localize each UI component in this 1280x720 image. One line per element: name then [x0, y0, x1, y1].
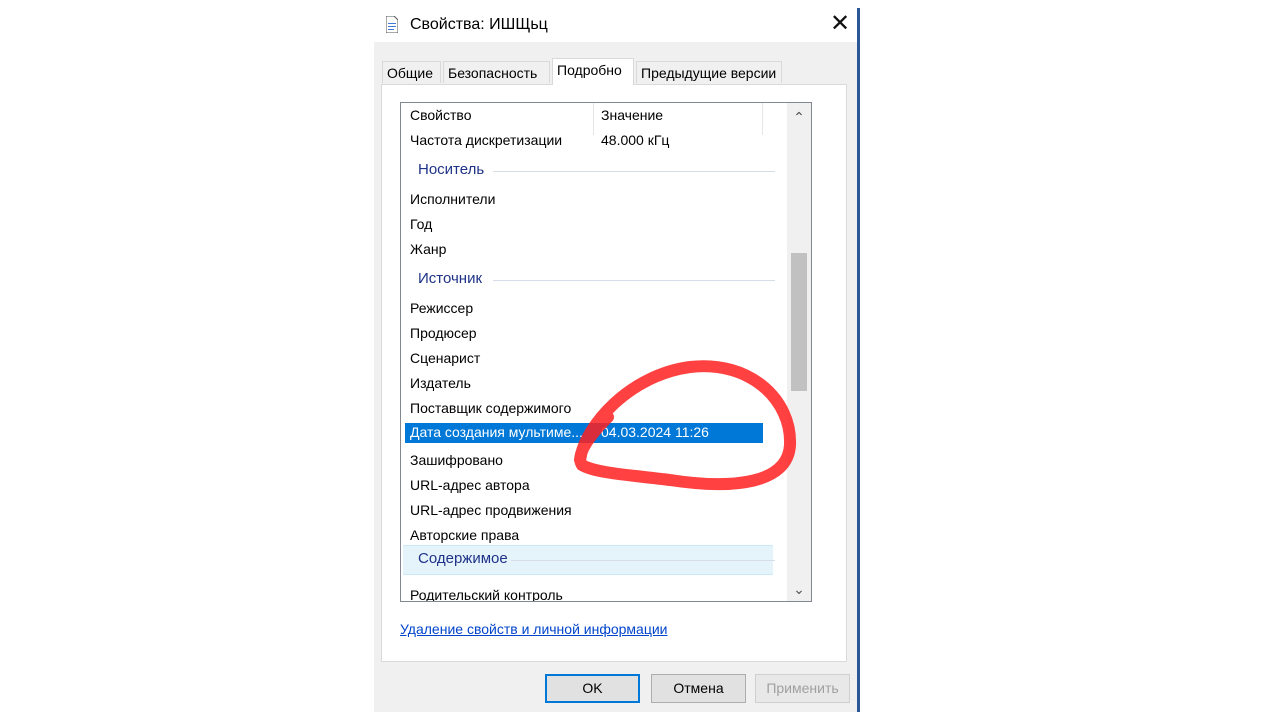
- column-separator[interactable]: [593, 103, 594, 135]
- column-separator[interactable]: [762, 103, 763, 135]
- property-name[interactable]: Зашифровано: [410, 452, 503, 468]
- apply-button[interactable]: Применить: [755, 674, 850, 703]
- property-name[interactable]: URL-адрес продвижения: [410, 502, 572, 518]
- scroll-up-icon[interactable]: ⌃: [787, 105, 811, 129]
- selected-property-name[interactable]: Дата создания мультиме...: [410, 424, 583, 440]
- property-value[interactable]: 48.000 кГц: [601, 132, 669, 148]
- property-name[interactable]: Издатель: [410, 375, 471, 391]
- tab-previous-versions[interactable]: Предыдущие версии: [636, 61, 782, 83]
- property-name[interactable]: Авторские права: [410, 527, 519, 543]
- title-bar: Свойства: ИШЩьц ✕: [374, 8, 858, 42]
- tab-details[interactable]: Подробно: [552, 58, 634, 85]
- property-name[interactable]: URL-адрес автора: [410, 477, 530, 493]
- cancel-button[interactable]: Отмена: [651, 674, 746, 703]
- properties-dialog: Свойства: ИШЩьц ✕ Общие Безопасность Под…: [374, 8, 858, 712]
- tab-general[interactable]: Общие: [382, 61, 441, 83]
- group-header-source[interactable]: Источник: [418, 270, 482, 287]
- group-header-media[interactable]: Носитель: [418, 161, 484, 178]
- ok-button[interactable]: OK: [545, 674, 640, 703]
- scroll-down-icon[interactable]: ⌄: [787, 577, 811, 601]
- property-list-viewport: Свойство Значение Частота дискретизации …: [401, 103, 787, 601]
- property-name[interactable]: Поставщик содержимого: [410, 400, 571, 416]
- window-title: Свойства: ИШЩьц: [410, 16, 548, 33]
- property-name-partial[interactable]: Родительский контроль: [410, 587, 563, 601]
- document-icon: [386, 16, 398, 33]
- property-name[interactable]: Продюсер: [410, 325, 477, 341]
- scroll-thumb[interactable]: [791, 253, 807, 391]
- property-name[interactable]: Жанр: [410, 241, 446, 257]
- group-divider: [511, 560, 775, 561]
- tab-security[interactable]: Безопасность: [443, 61, 550, 83]
- property-name[interactable]: Режиссер: [410, 300, 473, 316]
- group-divider: [493, 280, 775, 281]
- column-header-value[interactable]: Значение: [601, 107, 663, 123]
- vertical-scrollbar[interactable]: ⌃ ⌄: [787, 103, 811, 601]
- window-border: [857, 8, 860, 712]
- property-name[interactable]: Частота дискретизации: [410, 132, 562, 148]
- selected-property-value[interactable]: 04.03.2024 11:26: [601, 424, 709, 440]
- close-button[interactable]: ✕: [822, 10, 858, 40]
- property-name[interactable]: Сценарист: [410, 350, 480, 366]
- column-header-property[interactable]: Свойство: [410, 107, 471, 123]
- property-list[interactable]: Свойство Значение Частота дискретизации …: [400, 102, 812, 602]
- details-panel: Свойство Значение Частота дискретизации …: [381, 84, 847, 662]
- group-divider: [493, 171, 775, 172]
- group-header-content[interactable]: Содержимое: [418, 550, 508, 567]
- remove-properties-link[interactable]: Удаление свойств и личной информации: [400, 621, 668, 637]
- property-name[interactable]: Год: [410, 216, 432, 232]
- property-name[interactable]: Исполнители: [410, 191, 495, 207]
